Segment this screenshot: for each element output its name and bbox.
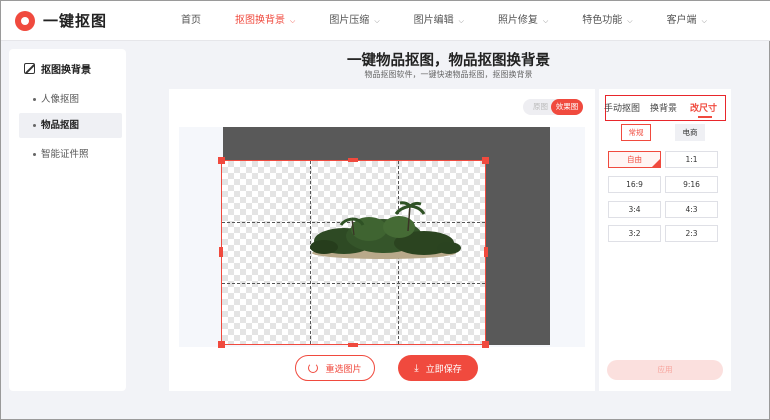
nav-item-image-compress[interactable]: 图片压缩 ⌵ (329, 1, 379, 41)
subtab-regular[interactable]: 常规 (621, 124, 651, 141)
sidebar-item-object-cutout[interactable]: 物品抠图 (19, 113, 122, 138)
page-subtitle: 物品抠图软件，一键快速物品抠图，抠图换背景 (364, 70, 533, 79)
sidebar-heading-label: 抠图换背景 (41, 65, 91, 76)
chevron-down-icon: ⌵ (627, 17, 633, 25)
tab-resize[interactable]: 改尺寸 (690, 101, 717, 114)
ratio-4-3[interactable]: 4:3 (665, 201, 718, 218)
settings-panel: 手动抠图 换背景 改尺寸 常规 电商 自由 1:1 16:9 9:16 3:4 … (599, 89, 731, 391)
chevron-down-icon: ⌵ (374, 17, 380, 25)
sidebar-heading: 抠图换背景 (24, 61, 91, 76)
ratio-free[interactable]: 自由 (608, 151, 661, 168)
sidebar-item-label: 智能证件照 (41, 149, 89, 160)
chevron-down-icon: ⌵ (701, 17, 707, 25)
ratio-2-3[interactable]: 2:3 (665, 225, 718, 242)
main-nav: 首页 抠图换背景 ⌵ 图片压缩 ⌵ 图片编辑 ⌵ 照片修复 ⌵ 特色功能 ⌵ 客户端 ⌵ (181, 1, 741, 41)
chevron-down-icon: ⌵ (542, 17, 549, 25)
sidebar-item-label: 人像抠图 (41, 94, 80, 105)
crop-handle-right[interactable] (484, 247, 488, 257)
grid-line (222, 283, 485, 284)
download-icon: ⤓ (414, 362, 419, 374)
crop-handle-top-right[interactable] (482, 157, 489, 164)
nav-item-home[interactable]: 首页 (181, 1, 201, 41)
chevron-down-icon: ⌵ (290, 17, 296, 25)
nav-item-cutout-background[interactable]: 抠图换背景 ⌵ (235, 1, 295, 41)
sidebar: 抠图换背景 人像抠图 物品抠图 智能证件照 (9, 49, 126, 391)
cutout-island-image (310, 201, 461, 259)
save-now-button[interactable]: ⤓ 立即保存 (398, 355, 478, 381)
reselect-label: 重选图片 (325, 364, 362, 375)
nav-item-client[interactable]: 客户端 ⌵ (667, 1, 707, 41)
crop-box[interactable] (218, 157, 489, 348)
logo[interactable]: 一键抠图 (15, 10, 107, 31)
logo-text: 一键抠图 (43, 12, 108, 30)
reselect-image-button[interactable]: 重选图片 (295, 355, 375, 381)
crop-handle-bottom[interactable] (348, 343, 358, 347)
crop-handle-top[interactable] (348, 158, 358, 162)
chevron-down-icon: ⌵ (458, 17, 464, 25)
nav-item-features[interactable]: 特色功能 ⌵ (582, 1, 632, 41)
nav-item-photo-repair[interactable]: 照片修复 ⌵ (498, 1, 548, 41)
toggle-original[interactable]: 原图 (533, 99, 548, 115)
ratio-9-16[interactable]: 9:16 (665, 176, 718, 193)
cutout-icon (24, 63, 35, 74)
image-viewer-panel: 原图 效果图 重选图片 ⤓ 立即保存 (169, 89, 595, 391)
sidebar-item-label: 物品抠图 (41, 120, 80, 131)
page-title: 一键物品抠图，物品抠图换背景 (347, 53, 550, 69)
tab-change-background[interactable]: 换背景 (650, 101, 677, 114)
top-navbar: 一键抠图 首页 抠图换背景 ⌵ 图片压缩 ⌵ 图片编辑 ⌵ 照片修复 ⌵ 特色功能 ⌵ 客… (1, 1, 770, 41)
canvas-stage (179, 127, 585, 348)
active-tab-indicator (698, 116, 712, 118)
ratio-3-4[interactable]: 3:4 (608, 201, 661, 218)
ratio-3-2[interactable]: 3:2 (608, 225, 661, 242)
sidebar-item-id-photo[interactable]: 智能证件照 (19, 142, 122, 167)
crop-handle-left[interactable] (219, 247, 223, 257)
view-toggle[interactable]: 原图 效果图 (523, 99, 583, 115)
apply-button[interactable]: 应用 (607, 360, 723, 380)
tool-tabs: 手动抠图 换背景 改尺寸 (604, 95, 726, 121)
bullet-icon (33, 124, 36, 127)
bullet-icon (33, 153, 36, 156)
app-window: 一键抠图 首页 抠图换背景 ⌵ 图片压缩 ⌵ 图片编辑 ⌵ 照片修复 ⌵ 特色功能 ⌵ 客… (0, 0, 770, 420)
crop-handle-bottom-left[interactable] (218, 341, 225, 348)
ratio-1-1[interactable]: 1:1 (665, 151, 718, 168)
toggle-effect[interactable]: 效果图 (551, 99, 583, 115)
tab-manual-cutout[interactable]: 手动抠图 (604, 101, 640, 114)
ratio-16-9[interactable]: 16:9 (608, 176, 661, 193)
subtab-ecommerce[interactable]: 电商 (675, 124, 705, 141)
sidebar-item-portrait-cutout[interactable]: 人像抠图 (19, 87, 122, 112)
save-label: 立即保存 (425, 364, 462, 375)
bullet-icon (33, 98, 36, 101)
logo-icon (15, 10, 35, 31)
nav-item-image-edit[interactable]: 图片编辑 ⌵ (414, 1, 464, 41)
crop-handle-top-left[interactable] (218, 157, 225, 164)
refresh-icon (308, 363, 319, 373)
crop-handle-bottom-right[interactable] (482, 341, 489, 348)
